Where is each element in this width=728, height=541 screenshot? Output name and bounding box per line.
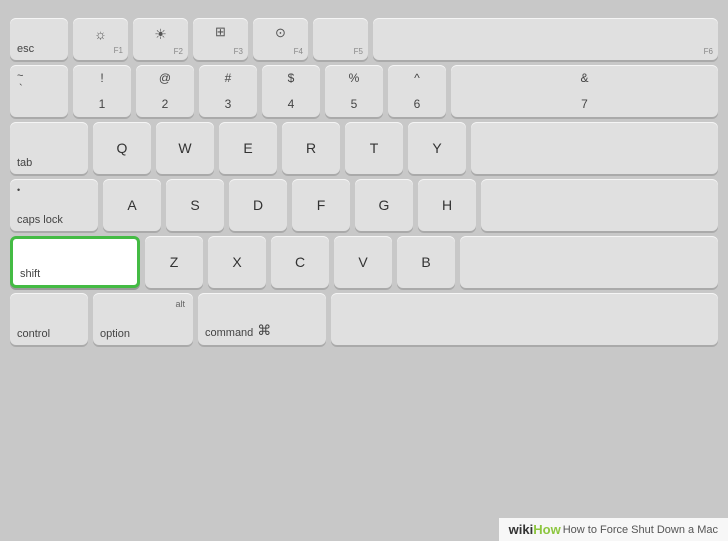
key-tab[interactable]: tab — [10, 122, 88, 174]
key-3[interactable]: # 3 — [199, 65, 257, 117]
key-s[interactable]: S — [166, 179, 224, 231]
esc-label: esc — [17, 43, 34, 55]
key-tilde[interactable]: ~ ` — [10, 65, 68, 117]
control-label: control — [17, 328, 50, 340]
key-v[interactable]: V — [334, 236, 392, 288]
command-label: command — [205, 327, 253, 339]
key-control[interactable]: control — [10, 293, 88, 345]
key-f5[interactable]: F5 — [313, 18, 368, 60]
key-a[interactable]: A — [103, 179, 161, 231]
key-h[interactable]: H — [418, 179, 476, 231]
qwerty-row: tab Q W E R T Y — [10, 122, 718, 174]
f3-label: F3 — [234, 47, 243, 56]
key-c[interactable]: C — [271, 236, 329, 288]
key-option[interactable]: alt option — [93, 293, 193, 345]
key-f[interactable]: F — [292, 179, 350, 231]
key-f6[interactable]: F6 — [373, 18, 718, 60]
key-shift-right[interactable] — [460, 236, 718, 288]
key-b[interactable]: B — [397, 236, 455, 288]
key-shift-left[interactable]: shift — [10, 236, 140, 288]
asdf-row: • caps lock A S D F G H — [10, 179, 718, 231]
command-symbol: ⌘ — [257, 322, 271, 339]
bottom-row: control alt option command ⌘ — [10, 293, 718, 345]
wikihow-watermark: wikiHow How to Force Shut Down a Mac — [499, 518, 728, 541]
key-e[interactable]: E — [219, 122, 277, 174]
wikihow-title: How to Force Shut Down a Mac — [563, 524, 718, 536]
fn-row: esc ☼ F1 ☀ F2 ⊞ F3 ⊙ F4 F5 F6 — [10, 18, 718, 60]
key-backslash[interactable] — [471, 122, 718, 174]
number-row: ~ ` ! 1 @ 2 # 3 $ 4 % 5 ^ 6 & 7 — [10, 65, 718, 117]
option-label: option — [100, 328, 130, 340]
key-r[interactable]: R — [282, 122, 340, 174]
key-t[interactable]: T — [345, 122, 403, 174]
key-f3[interactable]: ⊞ F3 — [193, 18, 248, 60]
key-f1[interactable]: ☼ F1 — [73, 18, 128, 60]
key-z[interactable]: Z — [145, 236, 203, 288]
key-capslock[interactable]: • caps lock — [10, 179, 98, 231]
zxcv-row: shift Z X C V B — [10, 236, 718, 288]
f5-label: F5 — [354, 47, 363, 56]
f2-label: F2 — [174, 47, 183, 56]
key-command[interactable]: command ⌘ — [198, 293, 326, 345]
key-x[interactable]: X — [208, 236, 266, 288]
key-y[interactable]: Y — [408, 122, 466, 174]
f6-label: F6 — [704, 47, 713, 56]
key-esc[interactable]: esc — [10, 18, 68, 60]
key-2[interactable]: @ 2 — [136, 65, 194, 117]
key-spacebar[interactable] — [331, 293, 718, 345]
key-f4[interactable]: ⊙ F4 — [253, 18, 308, 60]
key-4[interactable]: $ 4 — [262, 65, 320, 117]
key-return[interactable] — [481, 179, 718, 231]
key-w[interactable]: W — [156, 122, 214, 174]
key-6[interactable]: ^ 6 — [388, 65, 446, 117]
key-5[interactable]: % 5 — [325, 65, 383, 117]
key-7[interactable]: & 7 — [451, 65, 718, 117]
key-q[interactable]: Q — [93, 122, 151, 174]
wikihow-logo: wikiHow — [509, 522, 561, 537]
f4-label: F4 — [294, 47, 303, 56]
key-d[interactable]: D — [229, 179, 287, 231]
keyboard-image: esc ☼ F1 ☀ F2 ⊞ F3 ⊙ F4 F5 F6 ~ ` — [0, 0, 728, 541]
key-1[interactable]: ! 1 — [73, 65, 131, 117]
key-g[interactable]: G — [355, 179, 413, 231]
key-f2[interactable]: ☀ F2 — [133, 18, 188, 60]
f1-label: F1 — [114, 46, 123, 56]
